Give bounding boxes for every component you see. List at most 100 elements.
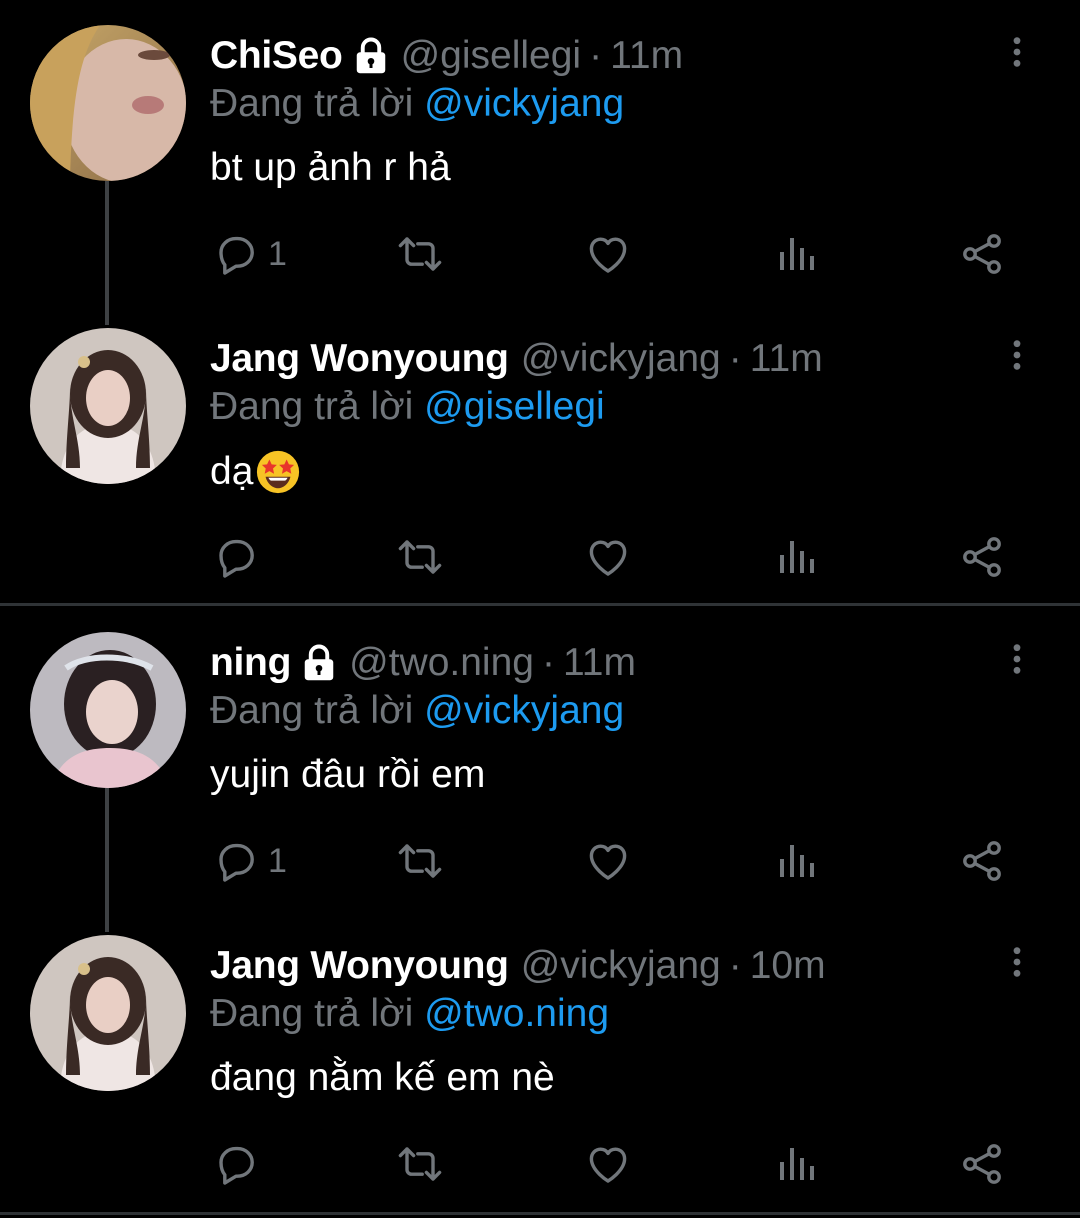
retweet-button[interactable] — [396, 1136, 444, 1192]
mention-link[interactable]: @vickyjang — [424, 82, 624, 125]
more-vertical-icon[interactable] — [1000, 639, 1034, 679]
reply-icon — [212, 837, 260, 885]
replying-to: Đang trả lời @vickyjang — [210, 82, 624, 126]
replying-to-label: Đang trả lời — [210, 385, 414, 428]
views-button[interactable] — [772, 529, 820, 585]
avatar[interactable] — [30, 935, 186, 1091]
tweet[interactable]: ChiSeo @gisellegi · 11m Đang trả lời @vi… — [0, 0, 1080, 325]
display-name[interactable]: Jang Wonyoung — [210, 337, 509, 381]
retweet-button[interactable] — [396, 833, 444, 889]
action-bar: 1 — [0, 226, 1080, 282]
star-struck-emoji-icon — [257, 450, 300, 494]
views-button[interactable] — [772, 1136, 820, 1192]
mention-link[interactable]: @two.ning — [424, 992, 609, 1035]
retweet-button[interactable] — [396, 529, 444, 585]
views-icon — [772, 533, 820, 581]
avatar[interactable] — [30, 632, 186, 788]
replying-to: Đang trả lời @gisellegi — [210, 385, 605, 429]
divider — [0, 603, 1080, 606]
retweet-icon — [396, 533, 444, 581]
conversation-feed: ChiSeo @gisellegi · 11m Đang trả lời @vi… — [0, 0, 1080, 1218]
timestamp[interactable]: 10m — [750, 944, 826, 988]
share-icon — [958, 1140, 1006, 1188]
replying-to: Đang trả lời @two.ning — [210, 992, 609, 1036]
tweet[interactable]: Jang Wonyoung @vickyjang · 10m Đang trả … — [0, 910, 1080, 1213]
tweet-text: đang nằm kế em nè — [210, 1056, 555, 1100]
reply-count: 1 — [268, 234, 287, 273]
share-icon — [958, 837, 1006, 885]
display-name[interactable]: ning — [210, 641, 291, 685]
timestamp[interactable]: 11m — [563, 641, 636, 685]
retweet-icon — [396, 230, 444, 278]
user-handle[interactable]: @gisellegi — [401, 34, 582, 78]
share-button[interactable] — [958, 1136, 1006, 1192]
tweet[interactable]: Jang Wonyoung @vickyjang · 11m Đang trả … — [0, 303, 1080, 606]
tweet-text-content: yujin đâu rồi em — [210, 753, 486, 796]
tweet-text: dạ — [210, 449, 301, 495]
action-bar — [0, 1136, 1080, 1192]
reply-icon — [212, 1140, 260, 1188]
replying-to-label: Đang trả lời — [210, 82, 414, 125]
mention-link[interactable]: @gisellegi — [424, 385, 605, 428]
separator-dot: · — [728, 337, 742, 380]
more-vertical-icon[interactable] — [1000, 335, 1034, 375]
tweet[interactable]: ning @two.ning · 11m Đang trả lời @vicky… — [0, 607, 1080, 932]
heart-icon — [584, 837, 632, 885]
like-button[interactable] — [584, 529, 632, 585]
views-icon — [772, 837, 820, 885]
heart-icon — [584, 533, 632, 581]
lock-icon — [353, 36, 389, 76]
mention-link[interactable]: @vickyjang — [424, 689, 624, 732]
retweet-button[interactable] — [396, 226, 444, 282]
action-bar: 1 — [0, 833, 1080, 889]
reply-count: 1 — [268, 841, 287, 880]
views-button[interactable] — [772, 833, 820, 889]
reply-button[interactable]: 1 — [212, 226, 287, 282]
views-icon — [772, 1140, 820, 1188]
reply-button[interactable] — [212, 1136, 268, 1192]
user-handle[interactable]: @vickyjang — [521, 944, 721, 988]
replying-to-label: Đang trả lời — [210, 689, 414, 732]
tweet-text-content: dạ — [210, 450, 254, 493]
retweet-icon — [396, 837, 444, 885]
like-button[interactable] — [584, 226, 632, 282]
user-handle[interactable]: @two.ning — [349, 641, 534, 685]
reply-button[interactable]: 1 — [212, 833, 287, 889]
views-button[interactable] — [772, 226, 820, 282]
separator-dot: · — [541, 641, 555, 684]
reply-icon — [212, 533, 260, 581]
display-name[interactable]: ChiSeo — [210, 34, 343, 78]
share-button[interactable] — [958, 226, 1006, 282]
views-icon — [772, 230, 820, 278]
user-handle[interactable]: @vickyjang — [521, 337, 721, 381]
heart-icon — [584, 230, 632, 278]
separator-dot: · — [589, 34, 603, 77]
tweet-text-content: đang nằm kế em nè — [210, 1056, 555, 1099]
timestamp[interactable]: 11m — [750, 337, 823, 381]
lock-icon — [301, 643, 337, 683]
replying-to: Đang trả lời @vickyjang — [210, 689, 624, 733]
retweet-icon — [396, 1140, 444, 1188]
share-button[interactable] — [958, 833, 1006, 889]
timestamp[interactable]: 11m — [610, 34, 683, 78]
more-vertical-icon[interactable] — [1000, 32, 1034, 72]
avatar[interactable] — [30, 25, 186, 181]
display-name[interactable]: Jang Wonyoung — [210, 944, 509, 988]
like-button[interactable] — [584, 833, 632, 889]
like-button[interactable] — [584, 1136, 632, 1192]
share-icon — [958, 230, 1006, 278]
divider — [0, 1212, 1080, 1215]
reply-icon — [212, 230, 260, 278]
tweet-text: yujin đâu rồi em — [210, 753, 485, 797]
heart-icon — [584, 1140, 632, 1188]
tweet-text: bt up ảnh r hả — [210, 146, 451, 190]
avatar[interactable] — [30, 328, 186, 484]
share-button[interactable] — [958, 529, 1006, 585]
more-vertical-icon[interactable] — [1000, 942, 1034, 982]
share-icon — [958, 533, 1006, 581]
replying-to-label: Đang trả lời — [210, 992, 414, 1035]
separator-dot: · — [728, 944, 742, 987]
reply-button[interactable] — [212, 529, 268, 585]
action-bar — [0, 529, 1080, 585]
tweet-text-content: bt up ảnh r hả — [210, 146, 451, 189]
